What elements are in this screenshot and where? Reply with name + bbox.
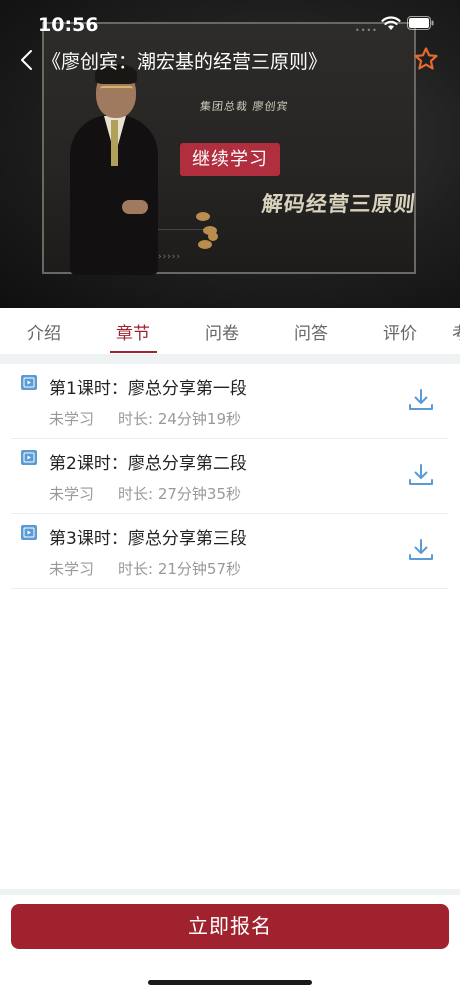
tab-questionnaire[interactable]: 问卷 [205, 319, 239, 344]
tab-intro[interactable]: 介绍 [27, 319, 61, 344]
wifi-icon [381, 16, 401, 30]
lesson-status: 未学习 [49, 485, 95, 503]
video-caption: 解码经营三原则 [260, 192, 418, 216]
lesson-title: 第1课时：廖总分享第一段 [49, 379, 247, 399]
lesson-duration: 时长: 27分钟35秒 [118, 485, 241, 503]
tab-chapters[interactable]: 章节 [116, 319, 150, 344]
signal-dots: •••• [355, 26, 378, 35]
lesson-item[interactable]: 第2课时：廖总分享第二段 未学习 时长: 27分钟35秒 [11, 439, 448, 514]
lesson-status: 未学习 [49, 560, 95, 578]
video-icon [21, 525, 37, 540]
status-bar: 10:56 •••• [0, 0, 460, 48]
video-icon [21, 450, 37, 465]
home-indicator [148, 980, 312, 985]
section-divider [0, 354, 460, 364]
active-tab-indicator [110, 351, 157, 353]
download-icon[interactable] [408, 388, 434, 412]
lesson-title: 第3课时：廖总分享第三段 [49, 529, 247, 549]
enroll-button[interactable]: 立即报名 [11, 904, 449, 949]
back-icon[interactable] [16, 48, 40, 72]
lesson-duration: 时长: 24分钟19秒 [118, 410, 241, 428]
battery-icon [407, 16, 434, 30]
continue-learning-button[interactable]: 继续学习 [180, 143, 280, 176]
footer-divider [0, 889, 460, 895]
lesson-duration: 时长: 21分钟57秒 [118, 560, 241, 578]
lesson-status: 未学习 [49, 410, 95, 428]
lesson-item[interactable]: 第1课时：廖总分享第一段 未学习 时长: 24分钟19秒 [11, 364, 448, 439]
tab-exam[interactable]: 考 [452, 319, 460, 344]
decorative-coin [196, 212, 210, 221]
lesson-item[interactable]: 第3课时：廖总分享第三段 未学习 时长: 21分钟57秒 [11, 514, 448, 589]
video-icon [21, 375, 37, 390]
download-icon[interactable] [408, 463, 434, 487]
lesson-list: 第1课时：廖总分享第一段 未学习 时长: 24分钟19秒 第2课时：廖总分享第二… [0, 364, 460, 589]
tab-qa[interactable]: 问答 [294, 319, 328, 344]
star-icon[interactable] [413, 46, 439, 72]
tab-bar: 介绍 章节 问卷 问答 评价 考 [0, 308, 460, 354]
page-title: 《廖创宾：潮宏基的经营三原则》 [42, 51, 328, 73]
video-subtitle: 集团总裁 廖创宾 [199, 100, 290, 113]
download-icon[interactable] [408, 538, 434, 562]
lesson-title: 第2课时：廖总分享第二段 [49, 454, 247, 474]
tab-reviews[interactable]: 评价 [383, 319, 417, 344]
decorative-coin [208, 232, 218, 241]
status-time: 10:56 [38, 14, 99, 36]
video-player[interactable]: 集团总裁 廖创宾 解码经营三原则 ››››› 10:56 •••• 《廖创宾：潮… [0, 0, 460, 308]
speaker-image [62, 60, 162, 275]
decorative-coin [198, 240, 212, 249]
decorative-arrows: ››››› [158, 252, 181, 262]
